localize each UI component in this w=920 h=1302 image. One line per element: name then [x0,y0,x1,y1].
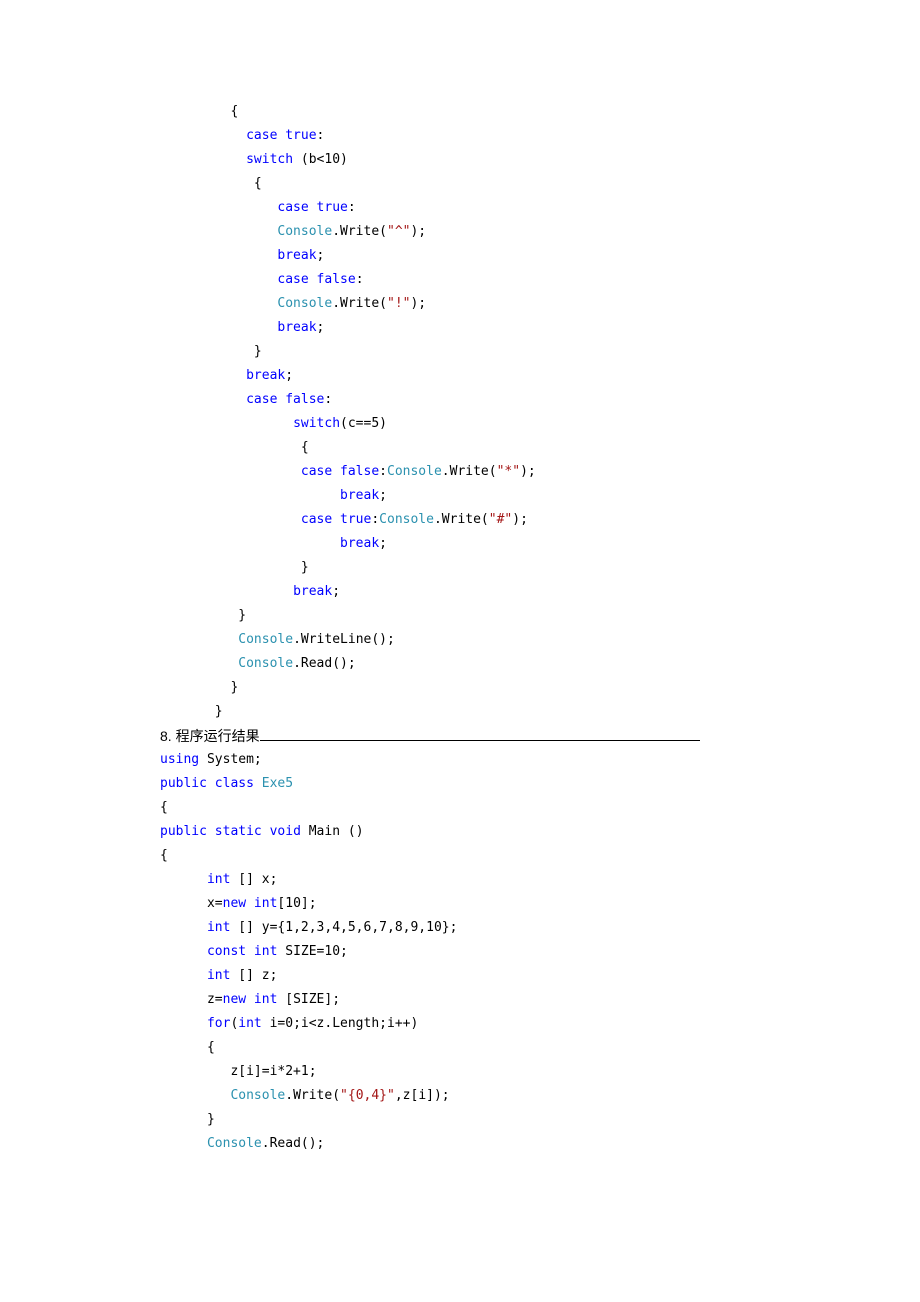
question-text: 程序运行结果 [172,728,260,744]
question-8: 8. 程序运行结果 [160,724,760,748]
answer-blank [260,740,700,741]
code-block-1: { case true: switch (b<10) { case true: … [160,100,760,724]
question-number: 8. [160,728,172,744]
code-block-2: using System; public class Exe5 { public… [160,748,760,1156]
